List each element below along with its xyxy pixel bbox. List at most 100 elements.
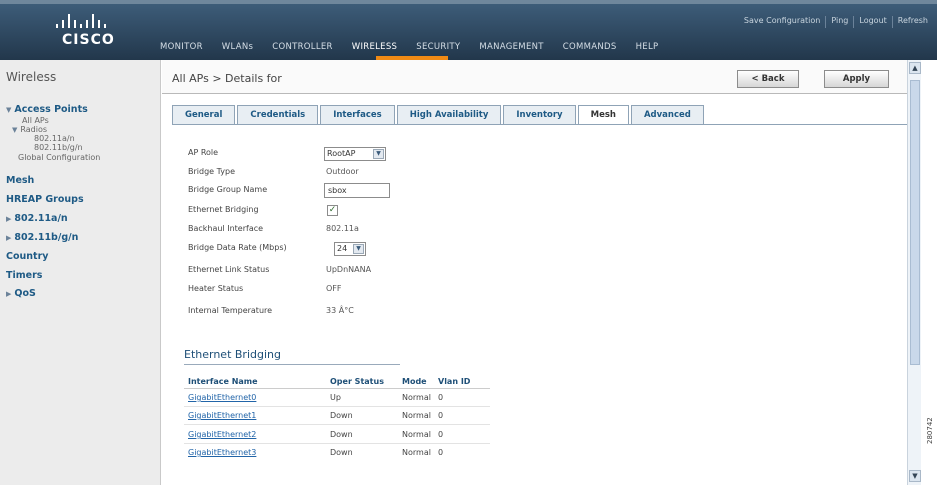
sidebar-item-access-points[interactable]: ▼ Access Points	[6, 104, 88, 115]
internal-temperature-value: 33 Â°C	[326, 306, 354, 315]
top-header: CISCO Save Configuration Ping Logout Ref…	[0, 0, 937, 60]
logout-link[interactable]: Logout	[853, 16, 891, 28]
cisco-logo-bars-icon	[56, 14, 128, 28]
scroll-up-icon[interactable]: ▲	[909, 62, 921, 74]
ethernet-bridging-label: Ethernet Bridging	[188, 205, 259, 214]
heater-status-label: Heater Status	[188, 284, 244, 293]
sidebar-title: Wireless	[6, 70, 57, 84]
bridge-data-rate-select[interactable]: 24 ▼	[334, 242, 366, 256]
figure-id: 280742	[926, 417, 934, 444]
sidebar-item-radios[interactable]: ▼ Radios	[12, 125, 47, 134]
bridge-type-label: Bridge Type	[188, 167, 235, 176]
collapsed-arrow-icon: ▶	[6, 234, 12, 242]
scrollbar-thumb[interactable]	[910, 80, 920, 365]
logo-text: CISCO	[62, 32, 115, 48]
bridge-data-rate-label: Bridge Data Rate (Mbps)	[188, 243, 287, 252]
header-stripe	[0, 0, 937, 4]
interface-name-link[interactable]: GigabitEthernet2	[188, 430, 256, 439]
nav-wlans[interactable]: WLANs	[222, 42, 253, 56]
save-configuration-link[interactable]: Save Configuration	[739, 16, 825, 28]
tab-bar: General Credentials Interfaces High Avai…	[172, 105, 706, 125]
mode-cell: Normal	[402, 393, 431, 402]
row-divider	[184, 424, 490, 425]
ap-role-value: RootAP	[327, 149, 356, 158]
chevron-down-icon: ▼	[373, 149, 384, 159]
sidebar-item-80211bgn[interactable]: ▶ 802.11b/g/n	[6, 232, 78, 243]
sidebar-item-radio-80211bgn[interactable]: 802.11b/g/n	[34, 143, 83, 152]
sidebar-item-qos[interactable]: ▶ QoS	[6, 288, 36, 299]
tab-credentials[interactable]: Credentials	[237, 105, 319, 125]
ethernet-bridging-checkbox[interactable]: ✓	[327, 205, 338, 216]
nav-management[interactable]: MANAGEMENT	[479, 42, 543, 56]
internal-temperature-label: Internal Temperature	[188, 306, 273, 315]
ap-role-row: AP Role RootAP ▼	[188, 147, 568, 161]
tab-advanced[interactable]: Advanced	[630, 105, 704, 125]
nav-wireless[interactable]: WIRELESS	[352, 42, 398, 56]
interface-name-link[interactable]: GigabitEthernet3	[188, 448, 256, 457]
nav-controller[interactable]: CONTROLLER	[272, 42, 333, 56]
nav-commands[interactable]: COMMANDS	[563, 42, 617, 56]
ping-link[interactable]: Ping	[825, 16, 853, 28]
sidebar-item-radio-80211an[interactable]: 802.11a/n	[34, 134, 75, 143]
sidebar-item-hreap-groups[interactable]: HREAP Groups	[6, 194, 84, 205]
ethernet-bridging-row: Ethernet Bridging ✓	[188, 204, 568, 218]
sidebar-item-timers[interactable]: Timers	[6, 270, 42, 281]
expanded-arrow-icon: ▼	[6, 106, 12, 114]
tab-interfaces[interactable]: Interfaces	[320, 105, 395, 125]
chevron-down-icon: ▼	[353, 244, 364, 254]
row-divider	[184, 406, 490, 407]
bridge-group-name-row: Bridge Group Name sbox	[188, 183, 568, 198]
ap-role-select[interactable]: RootAP ▼	[324, 147, 386, 161]
column-header-mode: Mode	[402, 377, 427, 386]
column-header-interface-name: Interface Name	[188, 377, 258, 386]
ap-role-label: AP Role	[188, 148, 219, 157]
back-button[interactable]: < Back	[737, 70, 799, 88]
nav-help[interactable]: HELP	[636, 42, 659, 56]
bridge-type-value: Outdoor	[326, 167, 359, 176]
table-header-divider	[184, 388, 490, 389]
expanded-arrow-icon: ▼	[12, 126, 18, 134]
nav-monitor[interactable]: MONITOR	[160, 42, 203, 56]
sidebar-item-80211an[interactable]: ▶ 802.11a/n	[6, 213, 68, 224]
oper-status-cell: Down	[330, 411, 353, 420]
column-header-vlan-id: Vlan ID	[438, 377, 471, 386]
tab-mesh[interactable]: Mesh	[577, 105, 629, 125]
oper-status-cell: Down	[330, 430, 353, 439]
breadcrumb: All APs > Details for	[172, 72, 282, 85]
main-nav: MONITOR WLANs CONTROLLER WIRELESS SECURI…	[160, 42, 677, 56]
content-header: All APs > Details for < Back Apply	[162, 60, 907, 94]
mode-cell: Normal	[402, 448, 431, 457]
tab-general[interactable]: General	[172, 105, 236, 125]
heater-status-row: Heater Status OFF	[188, 283, 568, 297]
tab-inventory[interactable]: Inventory	[503, 105, 576, 125]
bridge-group-name-input[interactable]: sbox	[324, 183, 390, 198]
checkmark-icon: ✓	[328, 205, 337, 215]
interface-name-link[interactable]: GigabitEthernet0	[188, 393, 256, 402]
vlan-id-cell: 0	[438, 430, 444, 439]
oper-status-cell: Up	[330, 393, 341, 402]
sidebar-item-global-configuration[interactable]: Global Configuration	[18, 153, 100, 162]
top-links: Save Configuration Ping Logout Refresh	[739, 16, 933, 28]
tab-high-availability[interactable]: High Availability	[396, 105, 502, 125]
refresh-link[interactable]: Refresh	[891, 16, 933, 28]
tab-divider	[172, 124, 907, 125]
bridge-data-rate-row: Bridge Data Rate (Mbps) 24 ▼	[188, 242, 568, 256]
bridge-data-rate-value: 24	[337, 244, 348, 253]
sidebar-item-mesh[interactable]: Mesh	[6, 175, 34, 186]
cisco-logo: CISCO	[52, 14, 132, 50]
ethernet-bridging-section-title: Ethernet Bridging	[184, 348, 281, 361]
main-content: All APs > Details for < Back Apply Gener…	[162, 60, 907, 485]
apply-button[interactable]: Apply	[824, 70, 889, 88]
sidebar-item-country[interactable]: Country	[6, 251, 48, 262]
ethernet-link-status-row: Ethernet Link Status UpDnNANA	[188, 264, 568, 278]
nav-security[interactable]: SECURITY	[416, 42, 460, 56]
sidebar-item-all-aps[interactable]: All APs	[22, 116, 49, 125]
scroll-down-icon[interactable]: ▼	[909, 470, 921, 482]
backhaul-interface-value: 802.11a	[326, 224, 359, 233]
vertical-scrollbar[interactable]: ▲ ▼	[907, 60, 921, 485]
collapsed-arrow-icon: ▶	[6, 215, 12, 223]
interface-name-link[interactable]: GigabitEthernet1	[188, 411, 256, 420]
mode-cell: Normal	[402, 430, 431, 439]
vlan-id-cell: 0	[438, 448, 444, 457]
ethernet-link-status-label: Ethernet Link Status	[188, 265, 270, 274]
